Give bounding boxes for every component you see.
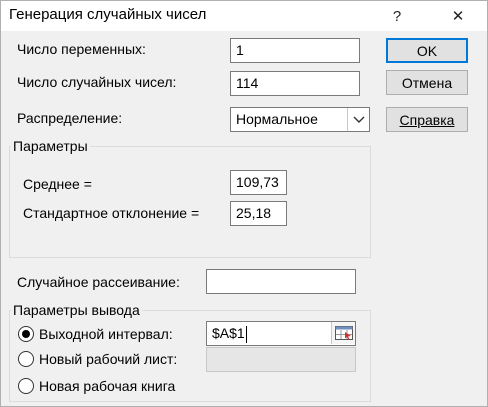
- random-number-generation-dialog: Генерация случайных чисел ? ✕ Число пере…: [0, 0, 488, 407]
- help-button-label: Справка: [399, 111, 455, 128]
- new-sheet-input[interactable]: [206, 347, 356, 372]
- num-variables-label: Число переменных:: [17, 41, 146, 57]
- parameters-title: Параметры: [11, 138, 90, 154]
- dialog-title: Генерация случайных чисел: [9, 6, 207, 23]
- mean-label: Среднее =: [23, 176, 92, 192]
- text-caret: [245, 325, 247, 343]
- cancel-button[interactable]: Отмена: [386, 70, 468, 95]
- title-bar: Генерация случайных чисел ? ✕: [1, 1, 487, 31]
- parameters-group: [9, 146, 371, 258]
- distribution-label: Распределение:: [17, 110, 123, 126]
- distribution-value: Нормальное: [236, 111, 318, 127]
- output-range-label: Выходной интервал:: [39, 326, 173, 342]
- output-range-value: $A$1: [212, 325, 245, 341]
- mean-input[interactable]: 109,73: [230, 170, 287, 195]
- chevron-down-icon[interactable]: [347, 108, 369, 131]
- range-select-icon[interactable]: [331, 322, 355, 344]
- ok-button[interactable]: OK: [386, 38, 468, 63]
- stddev-input[interactable]: 25,18: [230, 201, 287, 226]
- radio-selected-dot: [22, 330, 30, 338]
- output-range-radio[interactable]: [18, 326, 34, 342]
- random-seed-input[interactable]: [206, 269, 356, 294]
- close-icon[interactable]: ✕: [438, 1, 478, 31]
- new-sheet-radio[interactable]: [18, 351, 34, 367]
- random-seed-label: Случайное рассеивание:: [17, 274, 180, 290]
- new-workbook-radio[interactable]: [18, 378, 34, 394]
- help-button[interactable]: Справка: [386, 107, 468, 132]
- num-random-label: Число случайных чисел:: [17, 74, 177, 90]
- new-workbook-label: Новая рабочая книга: [39, 378, 176, 394]
- help-icon[interactable]: ?: [377, 1, 417, 31]
- output-options-title: Параметры вывода: [11, 302, 142, 318]
- distribution-select[interactable]: Нормальное: [230, 107, 370, 132]
- num-variables-input[interactable]: 1: [230, 38, 360, 63]
- stddev-label: Стандартное отклонение =: [23, 205, 200, 221]
- new-sheet-label: Новый рабочий лист:: [39, 351, 178, 367]
- output-range-input[interactable]: $A$1: [206, 321, 356, 346]
- num-random-input[interactable]: 114: [230, 71, 360, 96]
